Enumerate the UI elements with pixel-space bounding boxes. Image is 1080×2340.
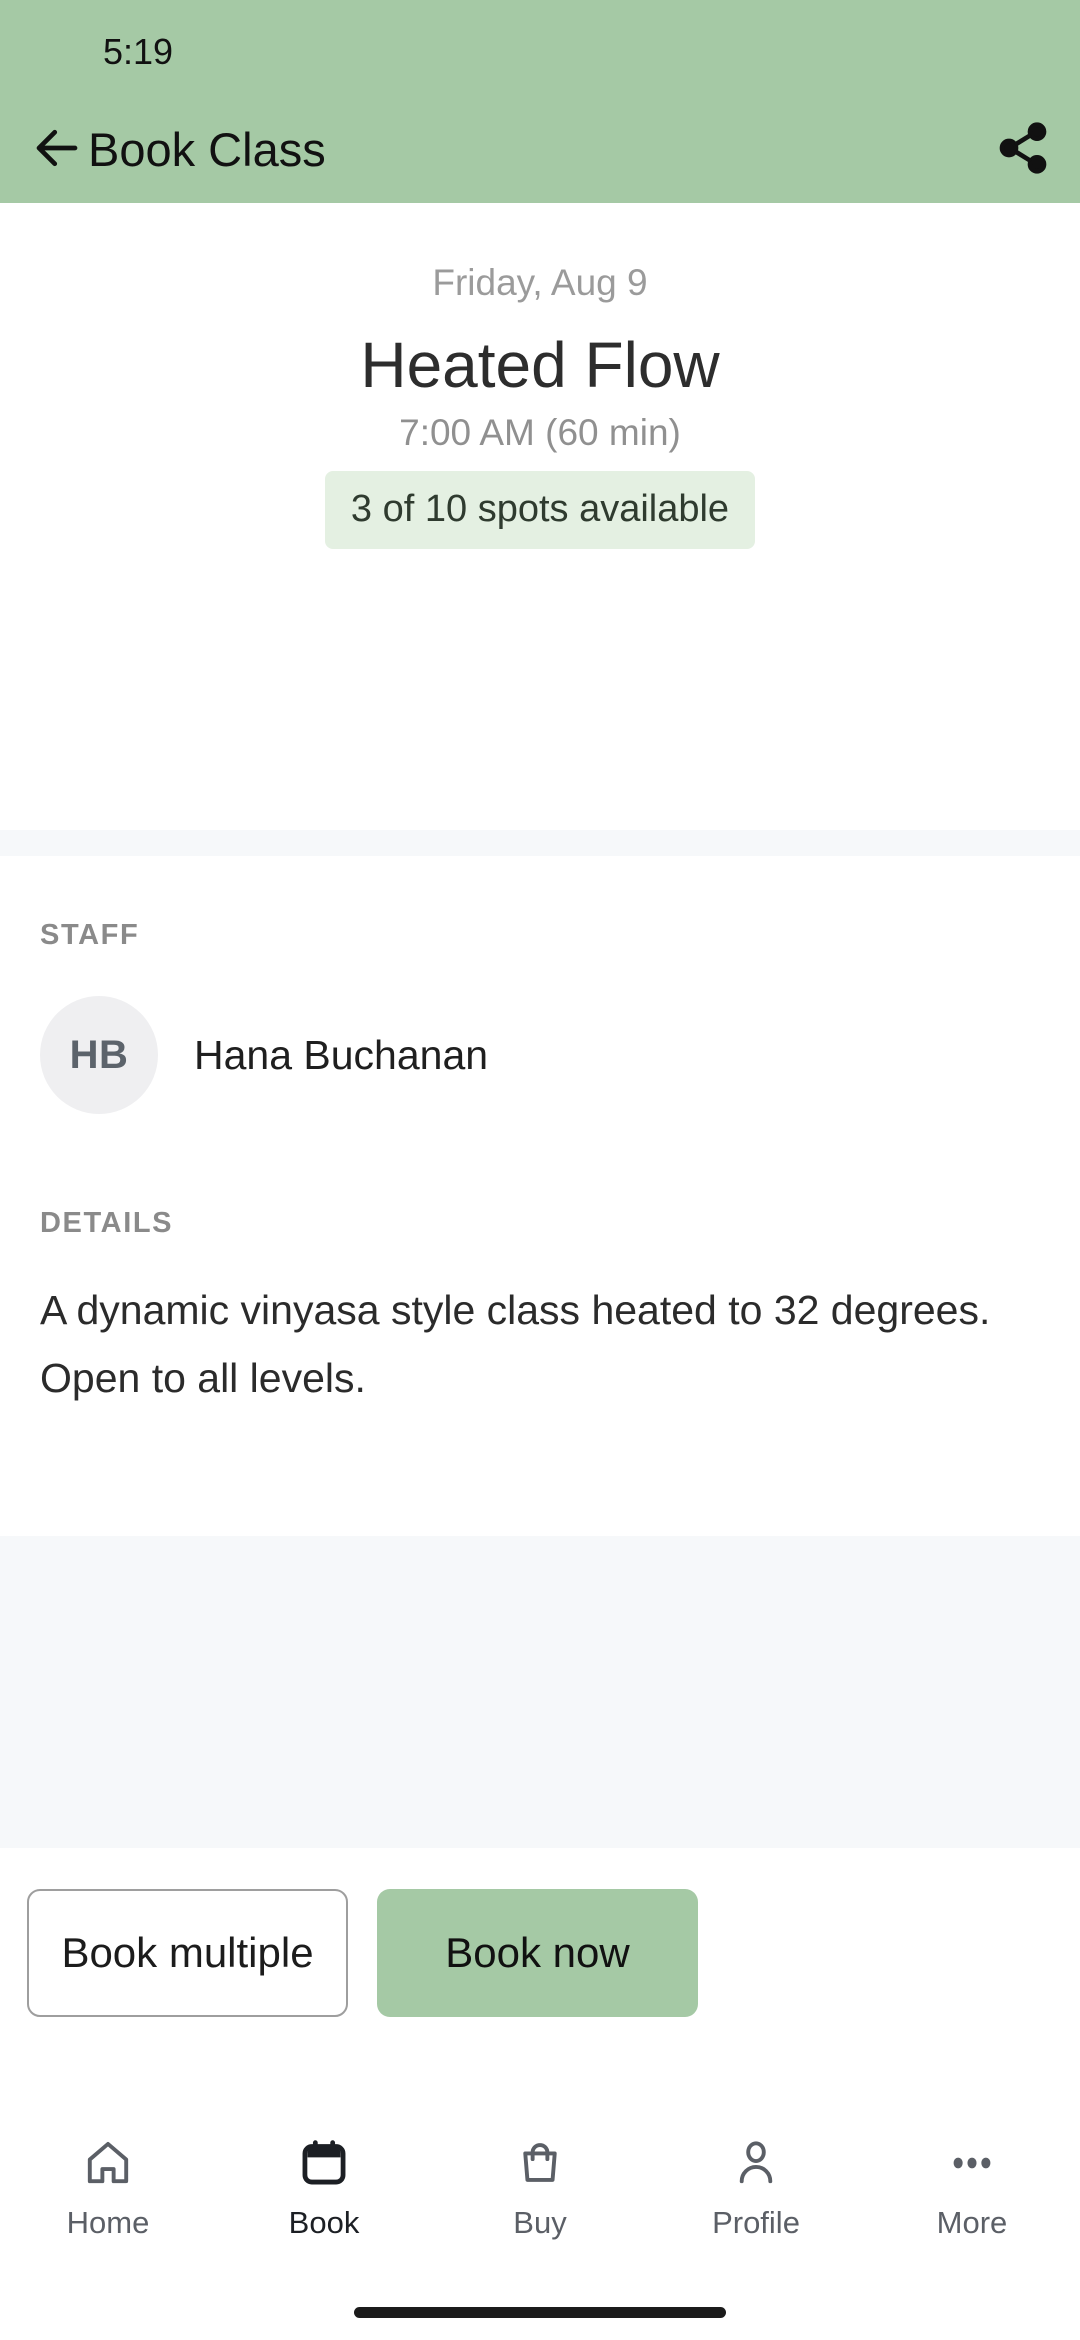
status-badge: 3 of 10 spots available xyxy=(324,471,756,549)
tab-label-home: Home xyxy=(66,2205,150,2240)
page-title: Book Class xyxy=(88,123,326,176)
more-dots-icon xyxy=(941,2132,1003,2194)
details-description: A dynamic vinyasa style class heated to … xyxy=(40,1287,991,1401)
shopping-bag-icon xyxy=(509,2132,571,2194)
top-app-bar-container: 5:19 Book Class xyxy=(0,0,1080,203)
book-now-button[interactable]: Book now xyxy=(377,1889,698,2017)
tab-label-more: More xyxy=(936,2205,1008,2240)
section-divider-top xyxy=(0,830,1080,856)
staff-list-item[interactable]: HB Hana Buchanan xyxy=(40,996,488,1114)
tab-more[interactable]: More xyxy=(864,2100,1080,2340)
book-multiple-button[interactable]: Book multiple xyxy=(27,1889,348,2017)
action-bar: Book multiple Book now xyxy=(0,1848,1080,2100)
bottom-navigation-bar: Home Book Buy Profile More xyxy=(0,2100,1080,2340)
availability-badge-container: 3 of 10 spots available xyxy=(0,471,1080,549)
staff-section: STAFF HB Hana Buchanan xyxy=(0,856,1080,1156)
share-icon xyxy=(995,120,1051,181)
app-screen: 5:19 Book Class Friday, Aug 9 Heated Flo… xyxy=(0,0,1080,2340)
tab-buy[interactable]: Buy xyxy=(432,2100,648,2340)
app-bar: Book Class xyxy=(0,95,1080,203)
staff-name: Hana Buchanan xyxy=(194,1032,489,1078)
class-time-duration: 7:00 AM (60 min) xyxy=(399,412,681,453)
home-icon xyxy=(77,2132,139,2194)
arrow-left-icon xyxy=(30,121,84,180)
tab-label-profile: Profile xyxy=(712,2205,800,2240)
details-section-label: DETAILS xyxy=(40,1207,174,1239)
details-section: DETAILS A dynamic vinyasa style class he… xyxy=(0,1156,1080,1536)
tab-profile[interactable]: Profile xyxy=(648,2100,864,2340)
class-date: Friday, Aug 9 xyxy=(432,262,648,303)
section-divider-bottom xyxy=(0,1536,1080,1848)
share-button[interactable] xyxy=(988,115,1058,185)
class-summary-section: Friday, Aug 9 Heated Flow 7:00 AM (60 mi… xyxy=(0,203,1080,830)
staff-section-label: STAFF xyxy=(40,919,140,951)
back-button[interactable] xyxy=(24,117,90,183)
class-name: Heated Flow xyxy=(360,329,720,401)
person-icon xyxy=(725,2132,787,2194)
tab-home[interactable]: Home xyxy=(0,2100,216,2340)
status-bar: 5:19 xyxy=(0,0,1080,95)
avatar: HB xyxy=(40,996,158,1114)
home-indicator[interactable] xyxy=(354,2307,726,2318)
tab-label-buy: Buy xyxy=(513,2205,567,2240)
tab-label-book: Book xyxy=(288,2205,360,2240)
status-bar-clock: 5:19 xyxy=(103,31,174,72)
calendar-icon xyxy=(293,2132,355,2194)
tab-book[interactable]: Book xyxy=(216,2100,432,2340)
